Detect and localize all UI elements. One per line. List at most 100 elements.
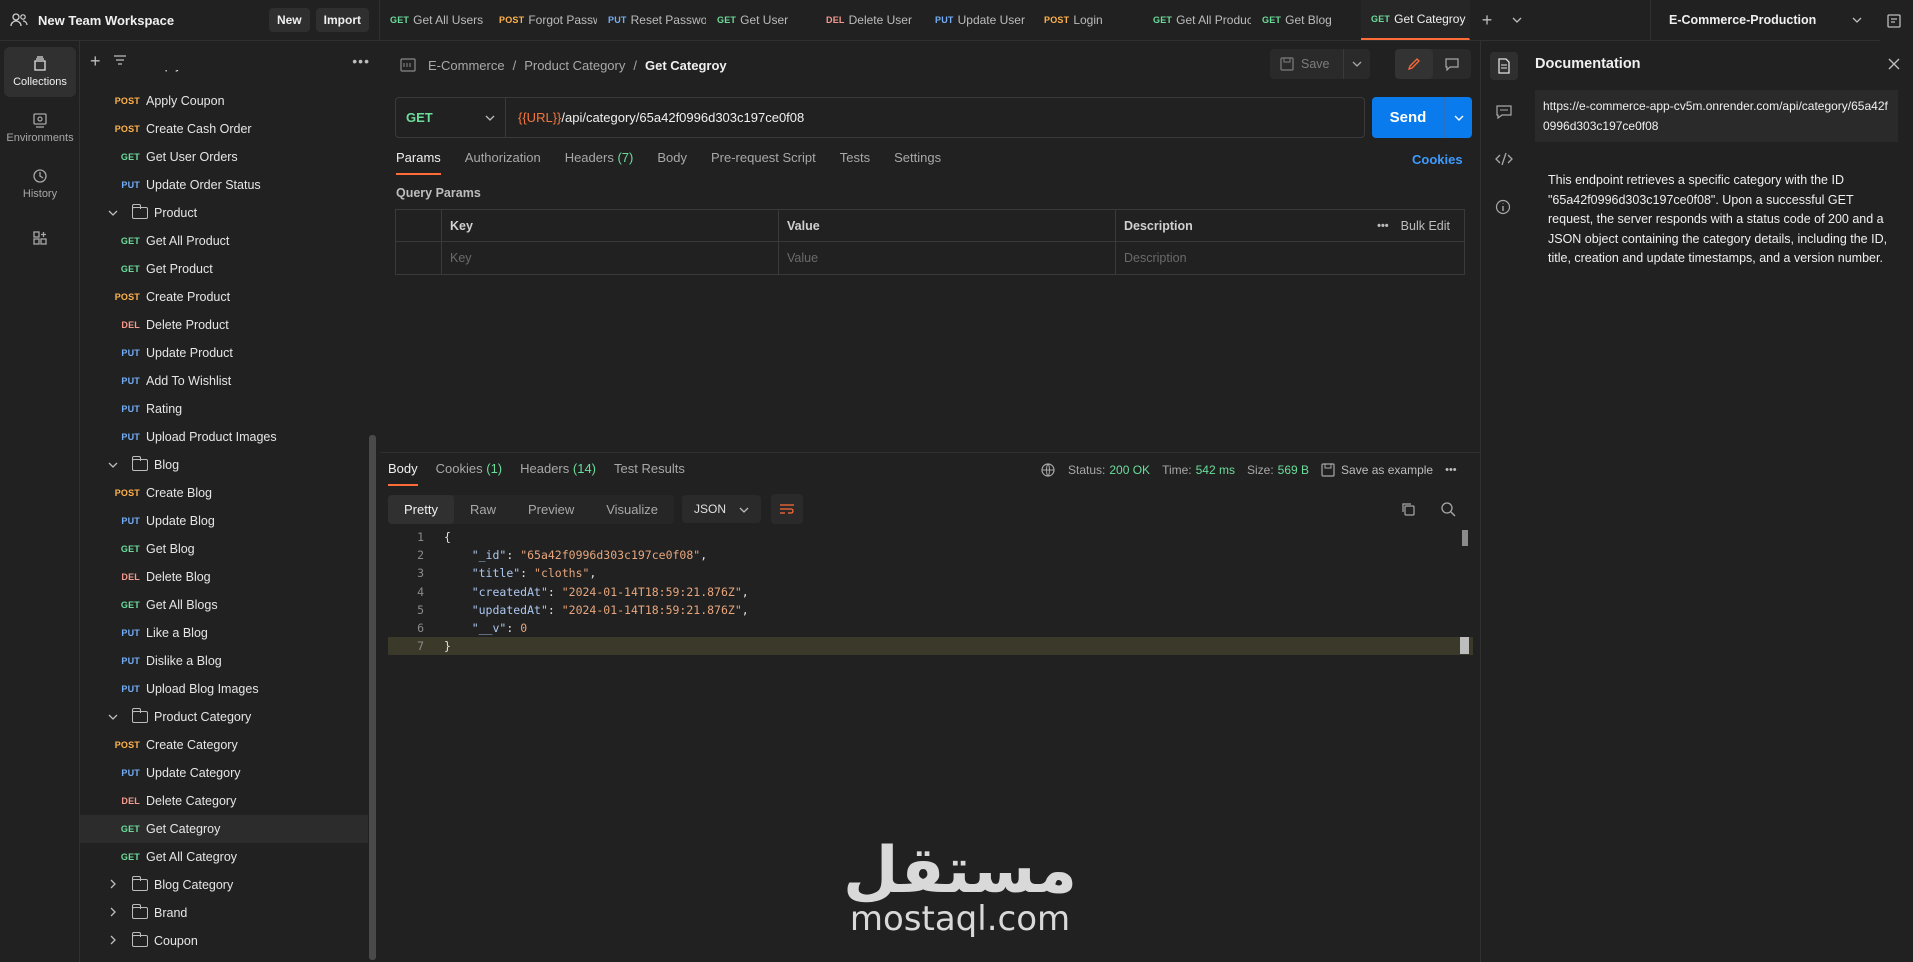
request-item[interactable]: GET Get Categroy <box>80 815 368 843</box>
documentation-icon[interactable] <box>1490 52 1518 80</box>
rail-configure[interactable] <box>4 215 76 265</box>
response-tab-body[interactable]: Body <box>388 461 418 486</box>
response-tab-test-results[interactable]: Test Results <box>614 461 685 486</box>
send-button[interactable]: Send <box>1372 97 1472 138</box>
response-tab-cookies[interactable]: Cookies (1) <box>436 461 502 486</box>
size-value[interactable]: 569 B <box>1278 463 1309 477</box>
rail-collections[interactable]: Collections <box>4 47 76 97</box>
request-item[interactable]: PUT Upload Blog Images <box>80 675 368 703</box>
request-item[interactable]: DEL Delete Category <box>80 787 368 815</box>
request-item[interactable]: POST Create Blog <box>80 479 368 507</box>
status-value[interactable]: 200 OK <box>1109 463 1150 477</box>
format-raw-button[interactable]: Raw <box>454 495 512 524</box>
close-icon[interactable] <box>1888 58 1900 73</box>
folder-brand[interactable]: Brand <box>80 899 368 927</box>
chevron-down-icon[interactable] <box>106 711 120 723</box>
tab-body[interactable]: Body <box>657 150 687 175</box>
request-item[interactable]: POST Create Product <box>80 283 368 311</box>
request-item[interactable]: PUT Add To Wishlist <box>80 367 368 395</box>
request-item[interactable]: POST Create Category <box>80 731 368 759</box>
request-item[interactable]: GET Get User Orders <box>80 143 368 171</box>
tab-get-all-users[interactable]: GET Get All Users <box>380 0 489 40</box>
tab-forgot-passw[interactable]: POST Forgot Passw <box>489 0 598 40</box>
more-options-icon[interactable]: ••• <box>1445 464 1457 476</box>
sidebar-scrollbar[interactable] <box>369 435 376 960</box>
save-as-example-button[interactable]: Save as example <box>1341 463 1433 477</box>
comment-icon[interactable] <box>1433 49 1471 79</box>
chevron-right-icon[interactable] <box>106 879 120 892</box>
url-input[interactable]: {{URL}}/api/category/65a42f0996d303c197c… <box>506 110 804 125</box>
request-item[interactable]: GET Get All Product <box>80 227 368 255</box>
breadcrumb-collection[interactable]: E-Commerce <box>428 58 505 73</box>
format-visualize-button[interactable]: Visualize <box>590 495 674 524</box>
request-item[interactable]: PUT Update Category <box>80 759 368 787</box>
request-item[interactable]: GET Get Product <box>80 255 368 283</box>
response-tab-headers[interactable]: Headers (14) <box>520 461 596 486</box>
request-item[interactable]: PUT Update Order Status <box>80 171 368 199</box>
import-button[interactable]: Import <box>315 8 369 32</box>
chevron-down-icon[interactable] <box>106 207 120 219</box>
folder-product[interactable]: Product <box>80 199 368 227</box>
info-icon[interactable] <box>1495 199 1511 218</box>
format-pretty-button[interactable]: Pretty <box>388 494 454 524</box>
add-collection-icon[interactable]: + <box>90 51 101 72</box>
save-button[interactable]: Save <box>1270 49 1370 79</box>
editor-scrollbar-thumb[interactable] <box>1462 530 1468 546</box>
chevron-right-icon[interactable] <box>106 907 120 920</box>
send-options-icon[interactable] <box>1444 97 1472 138</box>
folder-blog-category[interactable]: Blog Category <box>80 871 368 899</box>
rail-history[interactable]: History <box>4 159 76 209</box>
tab-delete-user[interactable]: DEL Delete User <box>816 0 925 40</box>
request-item[interactable]: POST Create Cash Order <box>80 115 368 143</box>
request-item[interactable]: DEL Delete Blog <box>80 563 368 591</box>
chevron-down-icon[interactable] <box>106 459 120 471</box>
request-item[interactable]: PUT Upload Product Images <box>80 423 368 451</box>
request-item[interactable]: PUT Update Blog <box>80 507 368 535</box>
globe-icon[interactable] <box>1040 462 1056 478</box>
folder-product-category[interactable]: Product Category <box>80 703 368 731</box>
environment-select[interactable]: E-Commerce-Production <box>1650 0 1880 41</box>
pencil-icon[interactable] <box>1395 49 1433 79</box>
tab-headers[interactable]: Headers (7) <box>565 150 634 175</box>
tab-params[interactable]: Params <box>396 150 441 175</box>
tab-login[interactable]: POST Login <box>1034 0 1143 40</box>
request-item[interactable]: GET Get All Blogs <box>80 591 368 619</box>
more-options-icon[interactable]: ••• <box>1377 220 1389 232</box>
filter-icon[interactable] <box>113 54 127 69</box>
value-input[interactable]: Value <box>779 242 1116 274</box>
request-item[interactable]: DEL Delete Product <box>80 311 368 339</box>
request-item[interactable]: PUT Like a Blog <box>80 619 368 647</box>
rail-environments[interactable]: Environments <box>4 103 76 153</box>
search-icon[interactable] <box>1440 501 1456 520</box>
tab-update-user[interactable]: PUT Update User <box>925 0 1034 40</box>
request-item[interactable]: PUT Update Product <box>80 339 368 367</box>
request-item[interactable]: PUT Dislike a Blog <box>80 647 368 675</box>
request-item[interactable]: GET Get All Categroy <box>80 843 368 871</box>
method-select[interactable]: GET <box>396 98 506 137</box>
bulk-edit-button[interactable]: Bulk Edit <box>1401 219 1450 233</box>
request-item[interactable]: PUT Rating <box>80 395 368 423</box>
new-button[interactable]: New <box>268 8 310 32</box>
time-value[interactable]: 542 ms <box>1196 463 1235 477</box>
tab-settings[interactable]: Settings <box>894 150 941 175</box>
folder-coupon[interactable]: Coupon <box>80 927 368 955</box>
request-item[interactable]: GET Get Blog <box>80 535 368 563</box>
description-input[interactable]: Description <box>1116 242 1464 274</box>
tabs-overflow-icon[interactable] <box>1504 0 1530 40</box>
breadcrumb-current[interactable]: Get Categroy <box>645 58 727 73</box>
tab-get-categroy[interactable]: GET Get Categroy <box>1361 0 1470 40</box>
code-icon[interactable] <box>1495 152 1513 169</box>
row-checkbox[interactable] <box>396 242 442 274</box>
language-select[interactable]: JSON <box>682 495 762 523</box>
key-input[interactable]: Key <box>442 242 779 274</box>
tab-get-all-produc[interactable]: GET Get All Produc <box>1143 0 1252 40</box>
tab-get-blog[interactable]: GET Get Blog <box>1252 0 1361 40</box>
new-tab-button[interactable]: + <box>1470 0 1504 40</box>
tab-authorization[interactable]: Authorization <box>465 150 541 175</box>
response-divider[interactable] <box>380 452 1480 453</box>
tab-get-user[interactable]: GET Get User <box>707 0 816 40</box>
copy-icon[interactable] <box>1400 501 1416 520</box>
folder-blog[interactable]: Blog <box>80 451 368 479</box>
tab-pre-request-script[interactable]: Pre-request Script <box>711 150 816 175</box>
breadcrumb-folder[interactable]: Product Category <box>524 58 625 73</box>
